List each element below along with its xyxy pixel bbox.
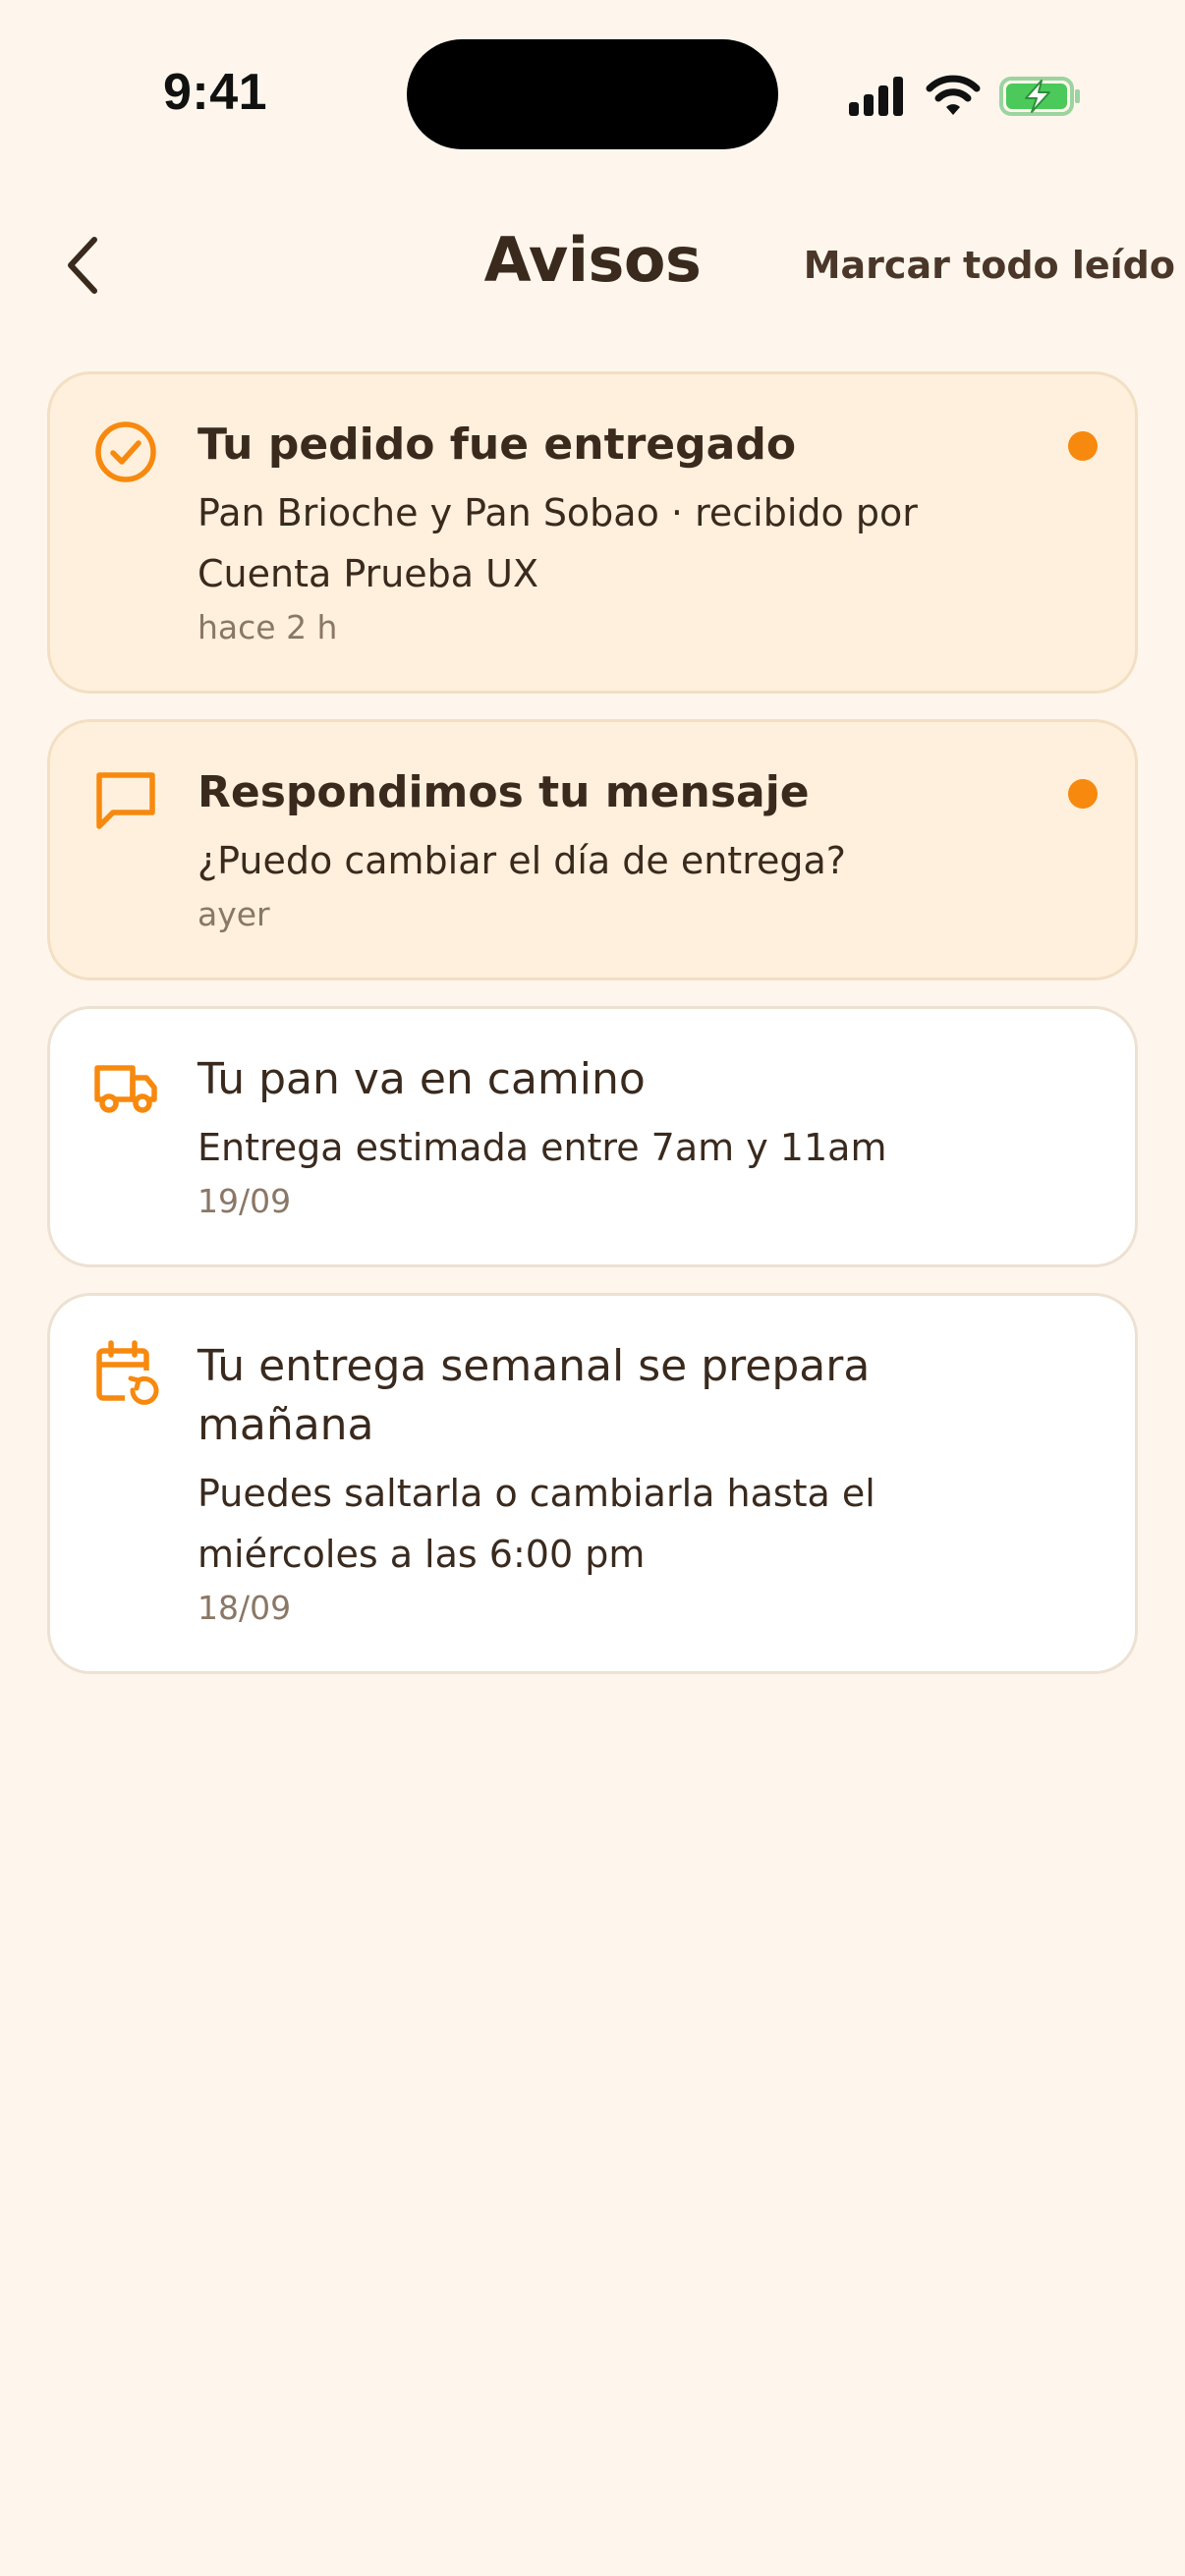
wifi-icon <box>926 75 981 115</box>
notification-time: 19/09 <box>198 1182 292 1220</box>
message-icon <box>96 772 155 829</box>
notification-body: ¿Puedo cambiar el día de entrega? <box>198 839 846 882</box>
status-time: 9:41 <box>163 64 268 121</box>
notification-card-delivered[interactable]: Tu pedido fue entregado Pan Brioche y Pa… <box>47 371 1138 694</box>
notification-list: Tu pedido fue entregado Pan Brioche y Pa… <box>47 371 1138 1700</box>
notification-card-shipping[interactable]: Tu pan va en camino Entrega estimada ent… <box>47 1006 1138 1267</box>
notification-body: Pan Brioche y Pan Sobao · recibido por C… <box>198 491 918 595</box>
notification-time: 18/09 <box>198 1589 292 1627</box>
status-bar: 9:41 <box>0 0 1185 187</box>
check-circle-icon <box>95 421 156 482</box>
truck-icon <box>94 1065 157 1113</box>
notification-card-weekly[interactable]: Tu entrega semanal se prepara mañana Pue… <box>47 1293 1138 1674</box>
notification-title: Tu entrega semanal se prepara mañana <box>198 1341 871 1450</box>
battery-charging-icon <box>999 77 1080 116</box>
notification-body: Puedes saltarla o cambiarla hasta el mié… <box>198 1472 875 1576</box>
calendar-refresh-icon <box>96 1340 159 1405</box>
notification-card-message[interactable]: Respondimos tu mensaje ¿Puedo cambiar el… <box>47 719 1138 980</box>
notification-title: Tu pan va en camino <box>198 1054 646 1104</box>
notification-title: Respondimos tu mensaje <box>198 767 810 817</box>
status-icons <box>847 73 1083 120</box>
mark-all-read-button[interactable]: Marcar todo leído <box>804 244 1175 287</box>
header: Avisos Marcar todo leído <box>0 206 1185 324</box>
notification-time: hace 2 h <box>198 608 338 646</box>
cellular-signal-icon <box>849 77 903 116</box>
notification-title: Tu pedido fue entregado <box>198 420 797 470</box>
unread-dot <box>1068 779 1098 809</box>
unread-dot <box>1068 431 1098 461</box>
dynamic-island <box>407 39 778 149</box>
notification-body: Entrega estimada entre 7am y 11am <box>198 1126 887 1169</box>
notification-time: ayer <box>198 895 270 933</box>
